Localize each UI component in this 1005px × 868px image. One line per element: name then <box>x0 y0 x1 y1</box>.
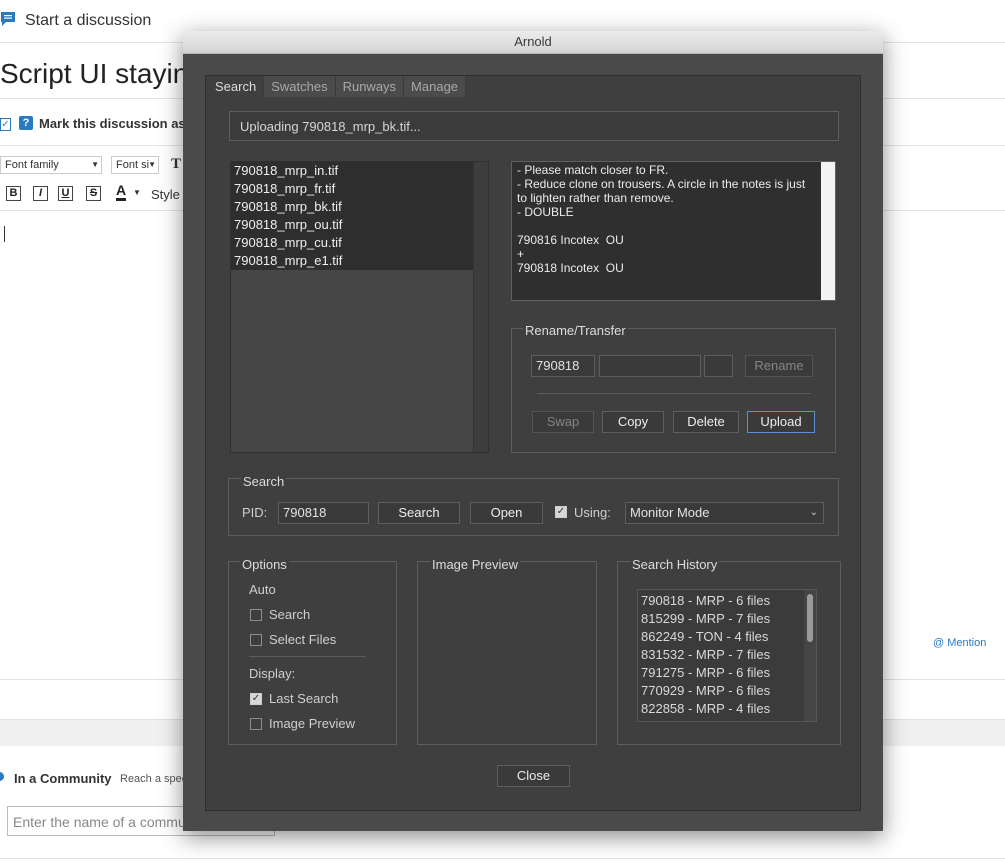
file-item[interactable]: 790818_mrp_e1.tif <box>231 252 474 270</box>
file-item[interactable]: 790818_mrp_cu.tif <box>231 234 474 252</box>
file-item[interactable]: 790818_mrp_fr.tif <box>231 180 474 198</box>
history-item[interactable]: 822858 - MRP - 4 files <box>638 700 816 718</box>
mark-question-label: Mark this discussion as a <box>39 116 197 131</box>
community-label: In a Community <box>14 771 112 786</box>
history-scrollbar-thumb[interactable] <box>807 594 813 642</box>
font-family-value: Font family <box>5 159 59 171</box>
rename-transfer-group <box>511 328 836 453</box>
history-item[interactable]: 815299 - MRP - 7 files <box>638 610 816 628</box>
style-menu[interactable]: Style <box>151 187 180 202</box>
text-cursor <box>4 226 5 242</box>
tab-swatches[interactable]: Swatches <box>264 76 336 97</box>
pid-input[interactable]: 790818 <box>278 502 369 524</box>
auto-label: Auto <box>249 582 276 597</box>
start-discussion-link[interactable]: Start a discussion <box>25 12 151 30</box>
underline-button[interactable]: U <box>58 186 73 201</box>
last-search-label: Last Search <box>269 691 339 706</box>
delete-button[interactable]: Delete <box>673 411 739 433</box>
notes-scrollbar[interactable] <box>821 162 835 300</box>
copy-button[interactable]: Copy <box>602 411 664 433</box>
divider <box>537 393 811 394</box>
search-group-title: Search <box>241 474 287 489</box>
pid-label: PID: <box>242 505 268 520</box>
file-item[interactable]: 790818_mrp_in.tif <box>231 162 474 180</box>
rename-suffix-field[interactable] <box>704 355 733 377</box>
community-radio[interactable] <box>0 772 4 781</box>
history-item[interactable]: 790818 - MRP - 6 files <box>638 592 816 610</box>
bold-button[interactable]: B <box>6 186 21 201</box>
rename-name-field[interactable] <box>599 355 701 377</box>
question-checkbox[interactable]: ✓ <box>0 118 11 131</box>
auto-search-checkbox[interactable] <box>250 609 262 621</box>
using-checkbox[interactable]: ✓ <box>555 506 567 518</box>
close-button[interactable]: Close <box>497 765 570 787</box>
file-list-scrollbar[interactable] <box>473 162 488 452</box>
history-item[interactable]: 862249 - TON - 4 files <box>638 628 816 646</box>
upload-status: Uploading 790818_mrp_bk.tif... <box>229 111 839 141</box>
file-item[interactable]: 790818_mrp_bk.tif <box>231 198 474 216</box>
rename-transfer-title: Rename/Transfer <box>523 323 628 338</box>
chevron-down-icon: ▼ <box>91 160 99 169</box>
mention-link[interactable]: @ Mention <box>933 637 986 649</box>
search-history-list[interactable]: 790818 - MRP - 6 files 815299 - MRP - 7 … <box>637 589 817 722</box>
tab-search[interactable]: Search <box>208 76 265 97</box>
last-search-checkbox[interactable]: ✓ <box>250 693 262 705</box>
font-family-select[interactable]: Font family ▼ <box>0 156 102 174</box>
notes-textarea[interactable]: - Please match closer to FR. - Reduce cl… <box>511 161 836 301</box>
mode-value: Monitor Mode <box>630 505 710 520</box>
tab-runways[interactable]: Runways <box>335 76 405 97</box>
auto-select-files-label: Select Files <box>269 632 337 647</box>
rename-pid-field[interactable]: 790818 <box>531 355 595 377</box>
auto-search-label: Search <box>269 607 311 622</box>
chevron-down-icon: ▼ <box>148 160 156 169</box>
arnold-dialog: Arnold Search Swatches Runways Manage Up… <box>183 31 883 831</box>
community-description: Reach a spec <box>120 773 188 785</box>
dialog-titlebar[interactable]: Arnold <box>183 31 883 54</box>
divider <box>249 656 366 657</box>
image-preview-group <box>417 561 597 745</box>
swap-button[interactable]: Swap <box>532 411 594 433</box>
file-item[interactable]: 790818_mrp_ou.tif <box>231 216 474 234</box>
italic-button[interactable]: I <box>33 186 48 201</box>
strikethrough-button[interactable]: S <box>86 186 101 201</box>
tab-bar: Search Swatches Runways Manage <box>208 76 467 97</box>
file-list[interactable]: 790818_mrp_in.tif 790818_mrp_fr.tif 7908… <box>230 161 489 453</box>
discussion-title[interactable]: Script UI stayin <box>0 58 188 90</box>
auto-select-files-checkbox[interactable] <box>250 634 262 646</box>
history-item[interactable]: 770929 - MRP - 6 files <box>638 682 816 700</box>
rename-button[interactable]: Rename <box>745 355 813 377</box>
image-preview-title: Image Preview <box>430 557 520 572</box>
history-items: 790818 - MRP - 6 files 815299 - MRP - 7 … <box>638 590 816 718</box>
chevron-down-icon[interactable]: ▼ <box>133 188 141 197</box>
history-item[interactable]: 791275 - MRP - 6 files <box>638 664 816 682</box>
font-color-button[interactable]: A <box>116 183 127 201</box>
history-item[interactable]: 831532 - MRP - 7 files <box>638 646 816 664</box>
options-title: Options <box>240 557 289 572</box>
notes-text: - Please match closer to FR. - Reduce cl… <box>517 163 806 275</box>
text-style-glyph: T <box>171 156 182 172</box>
upload-button[interactable]: Upload <box>747 411 815 433</box>
font-size-value: Font si <box>116 159 150 171</box>
image-preview-label: Image Preview <box>269 716 355 731</box>
open-button[interactable]: Open <box>470 502 543 524</box>
using-label: Using: <box>574 505 611 520</box>
chat-bubble-icon <box>1 12 15 26</box>
search-history-title: Search History <box>630 557 720 572</box>
search-button[interactable]: Search <box>378 502 460 524</box>
mode-select[interactable]: Monitor Mode ⌄ <box>625 502 824 524</box>
selected-files: 790818_mrp_in.tif 790818_mrp_fr.tif 7908… <box>231 162 474 270</box>
display-label: Display: <box>249 666 296 681</box>
font-size-select[interactable]: Font si ▼ <box>111 156 159 174</box>
divider <box>0 858 1005 859</box>
image-preview-checkbox[interactable] <box>250 718 262 730</box>
tab-manage[interactable]: Manage <box>404 76 467 97</box>
chevron-down-icon: ⌄ <box>809 507 818 518</box>
text-style-icon[interactable]: T <box>171 156 181 173</box>
question-icon: ? <box>19 116 33 130</box>
